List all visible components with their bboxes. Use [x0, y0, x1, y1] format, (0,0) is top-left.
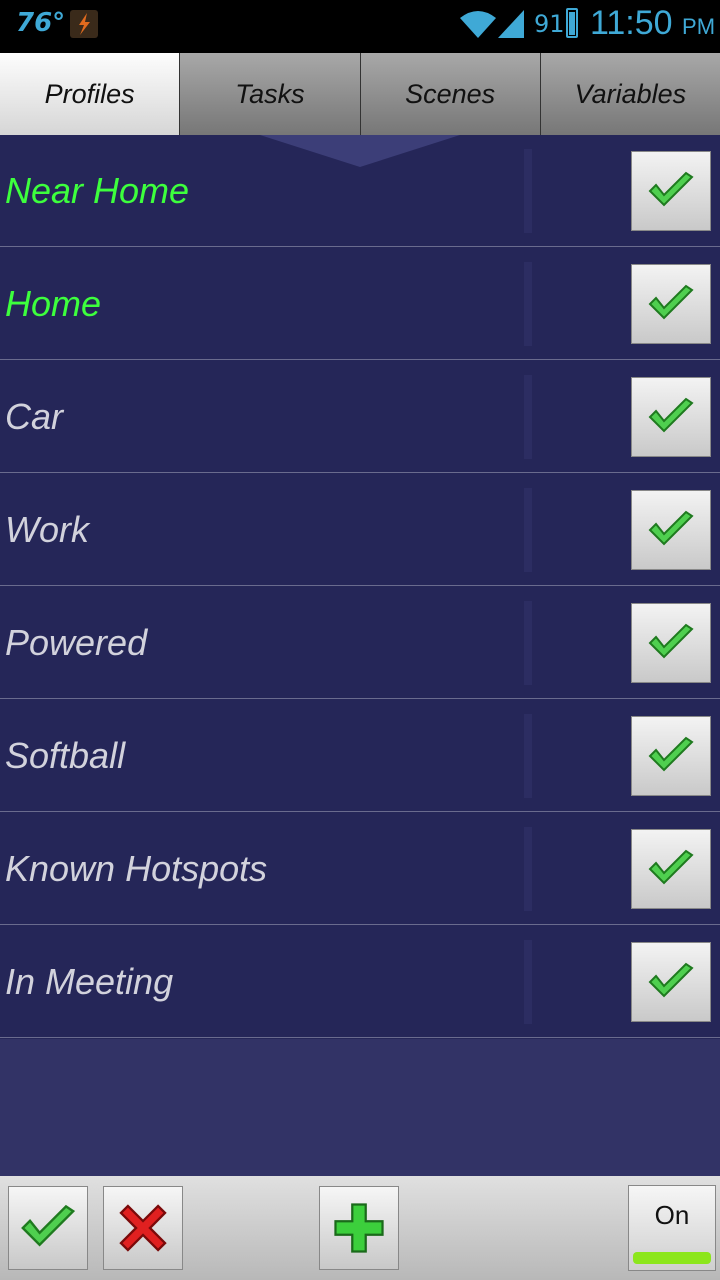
profile-enable-checkbox[interactable] — [631, 603, 711, 683]
status-bar: 76° 91 11:50 PM — [0, 0, 720, 50]
row-divider — [524, 262, 532, 346]
plus-icon — [334, 1203, 384, 1253]
profile-enable-checkbox[interactable] — [631, 490, 711, 570]
profile-name: Powered — [5, 622, 148, 663]
profile-row[interactable]: Near Home — [0, 135, 720, 247]
check-icon — [648, 397, 694, 433]
profile-enable-checkbox[interactable] — [631, 942, 711, 1022]
battery-icon — [566, 8, 578, 38]
profile-row[interactable]: Work — [0, 474, 720, 586]
profile-enable-checkbox[interactable] — [631, 716, 711, 796]
tab-profiles[interactable]: Profiles — [0, 53, 181, 135]
tab-bar: Profiles Tasks Scenes Variables — [0, 53, 720, 135]
profile-row[interactable]: Car — [0, 361, 720, 473]
tab-variables[interactable]: Variables — [540, 53, 720, 135]
row-divider — [524, 601, 532, 685]
accept-button[interactable] — [8, 1186, 88, 1270]
signal-icon — [496, 8, 526, 44]
tab-scenes[interactable]: Scenes — [360, 53, 541, 135]
clock: 11:50 PM — [590, 4, 715, 43]
list-empty-area — [0, 1039, 720, 1176]
profile-enable-checkbox[interactable] — [631, 264, 711, 344]
profile-row[interactable]: Softball — [0, 700, 720, 812]
profile-row[interactable]: Home — [0, 248, 720, 360]
profile-name: Near Home — [5, 170, 190, 211]
profile-name: Car — [5, 396, 64, 437]
profile-name: Work — [5, 509, 89, 550]
bottom-toolbar: On — [0, 1176, 720, 1280]
row-divider — [524, 714, 532, 798]
monitor-toggle[interactable]: On — [628, 1185, 716, 1271]
row-divider — [524, 488, 532, 572]
check-icon — [648, 284, 694, 320]
profile-name: Known Hotspots — [5, 848, 268, 889]
check-icon — [648, 510, 694, 546]
row-divider — [524, 940, 532, 1024]
row-divider — [524, 375, 532, 459]
profile-name: Softball — [5, 735, 126, 776]
profile-row[interactable]: Known Hotspots — [0, 813, 720, 925]
check-icon — [648, 171, 694, 207]
row-divider — [524, 149, 532, 233]
profile-row[interactable]: In Meeting — [0, 926, 720, 1038]
tab-tasks[interactable]: Tasks — [180, 53, 361, 135]
profile-name: Home — [5, 283, 102, 324]
row-divider — [524, 827, 532, 911]
profile-name: In Meeting — [5, 961, 174, 1002]
toggle-label: On — [654, 1200, 690, 1230]
x-icon — [119, 1204, 167, 1252]
profile-row[interactable]: Powered — [0, 587, 720, 699]
check-icon — [648, 736, 694, 772]
check-icon — [648, 849, 694, 885]
wifi-icon — [458, 8, 498, 44]
profile-enable-checkbox[interactable] — [631, 377, 711, 457]
check-icon — [648, 962, 694, 998]
temperature-readout: 76° — [16, 8, 66, 38]
profile-list: Near Home Home Car Work Powered Softball… — [0, 135, 720, 1176]
add-profile-button[interactable] — [319, 1186, 399, 1270]
check-icon — [648, 623, 694, 659]
toggle-indicator — [633, 1252, 711, 1264]
clock-time: 11:50 — [590, 4, 673, 42]
profile-enable-checkbox[interactable] — [631, 829, 711, 909]
cancel-button[interactable] — [103, 1186, 183, 1270]
notification-app-icon — [70, 10, 98, 38]
battery-percent: 91 — [534, 10, 565, 38]
check-icon — [21, 1204, 76, 1247]
clock-ampm: PM — [682, 14, 716, 39]
profile-enable-checkbox[interactable] — [631, 151, 711, 231]
